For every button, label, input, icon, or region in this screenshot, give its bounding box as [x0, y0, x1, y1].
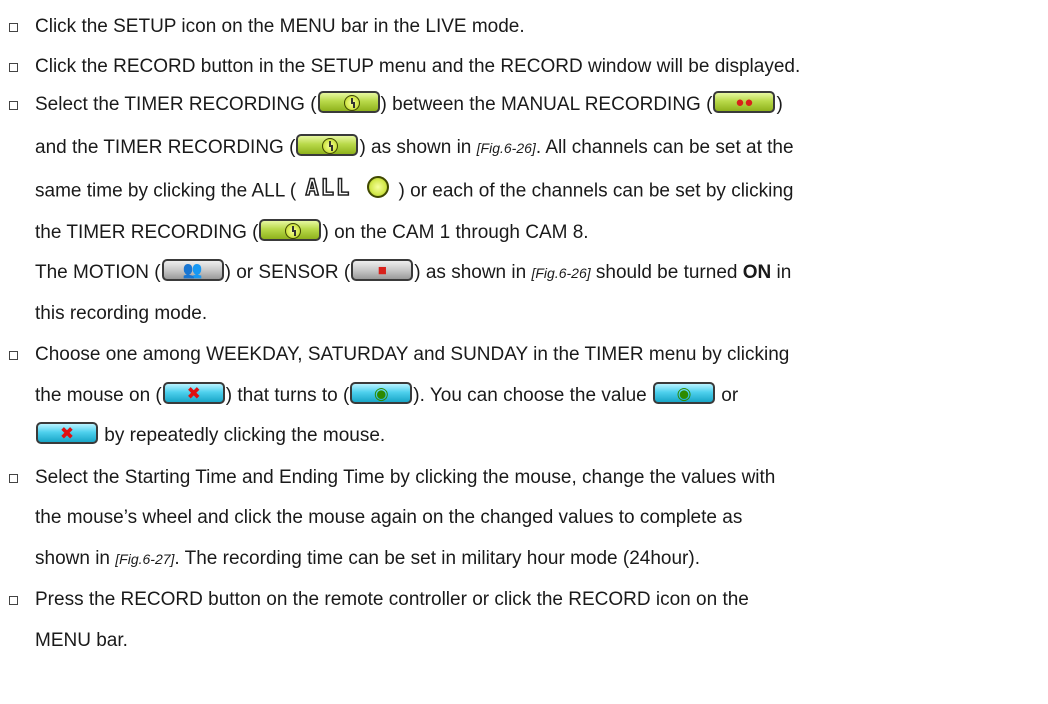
- text-run: ): [776, 94, 783, 116]
- text-run: The MOTION (: [35, 262, 161, 284]
- text-run: . All channels can be set at the: [535, 137, 794, 159]
- timer-recording-icon: [296, 134, 359, 156]
- text-line: MENU bar.: [35, 630, 128, 652]
- text-run: and the TIMER RECORDING (: [35, 137, 296, 159]
- text-line: shown in [Fig.6-27]. The recording time …: [35, 548, 700, 570]
- bullet-marker: [9, 351, 18, 360]
- text-run: ) as shown in: [414, 262, 532, 284]
- text-run: Click the SETUP icon on the MENU bar in …: [35, 16, 525, 37]
- text-run: . The recording time can be set in milit…: [174, 548, 700, 569]
- text-run: ). You can choose the value: [413, 385, 653, 407]
- bullet-marker: [9, 23, 18, 32]
- text-run: Choose one among WEEKDAY, SATURDAY and S…: [35, 344, 790, 365]
- bullet-marker: [9, 474, 18, 483]
- on-check-icon: ◉: [350, 382, 413, 404]
- text-run: ) or SENSOR (: [224, 262, 351, 284]
- bullet-marker: [9, 596, 18, 605]
- text-run: ) as shown in: [359, 137, 477, 159]
- text-run: same time by clicking the ALL (: [35, 180, 302, 202]
- timer-recording-icon: [317, 91, 380, 113]
- text-run: Press the RECORD button on the remote co…: [35, 589, 749, 610]
- text-line: the mouse’s wheel and click the mouse ag…: [35, 507, 742, 529]
- text-run: ) on the CAM 1 through CAM 8.: [322, 222, 589, 244]
- document-page: Click the SETUP icon on the MENU bar in …: [0, 0, 1048, 704]
- text-run: shown in: [35, 548, 116, 569]
- text-run: the mouse’s wheel and click the mouse ag…: [35, 507, 743, 528]
- manual-recording-icon: ●●: [713, 91, 776, 113]
- text-line: Click the RECORD button in the SETUP men…: [35, 56, 800, 78]
- text-line: ✖ by repeatedly clicking the mouse.: [35, 422, 386, 447]
- off-x-icon: ✖: [162, 382, 225, 404]
- figure-reference: [Fig.6-26]: [476, 140, 536, 157]
- timer-recording-icon: [259, 219, 322, 241]
- all-timer-icon: ALL: [305, 175, 390, 201]
- text-run: ) between the MANUAL RECORDING (: [380, 94, 713, 116]
- sensor-icon: ■: [351, 259, 414, 281]
- text-line: Select the Starting Time and Ending Time…: [35, 467, 775, 489]
- bullet-marker: [9, 63, 18, 72]
- text-line: Press the RECORD button on the remote co…: [35, 589, 749, 611]
- text-run: or: [716, 385, 739, 407]
- on-check-icon: ◉: [653, 382, 716, 404]
- motion-icon: 👥: [161, 259, 224, 281]
- text-line: the mouse on (✖) that turns to (◉). You …: [35, 382, 739, 407]
- text-line: and the TIMER RECORDING ( ) as shown in […: [35, 134, 794, 159]
- text-run: ) that turns to (: [225, 385, 350, 407]
- figure-reference: [Fig.6-26]: [531, 265, 591, 282]
- text-run: by repeatedly clicking the mouse.: [99, 425, 386, 447]
- off-x-icon: ✖: [36, 422, 98, 444]
- text-line: Choose one among WEEKDAY, SATURDAY and S…: [35, 344, 789, 366]
- figure-reference: [Fig.6-27]: [115, 551, 175, 567]
- text-run: Select the Starting Time and Ending Time…: [35, 467, 776, 488]
- text-line: The MOTION (👥) or SENSOR (■) as shown in…: [35, 259, 792, 284]
- text-run: this recording mode.: [35, 303, 208, 324]
- text-line: Select the TIMER RECORDING ( ) between th…: [35, 91, 783, 116]
- text-run: Select the TIMER RECORDING (: [35, 94, 317, 116]
- text-line: the TIMER RECORDING ( ) on the CAM 1 thro…: [35, 219, 589, 244]
- text-line: Click the SETUP icon on the MENU bar in …: [35, 16, 525, 38]
- text-run: MENU bar.: [35, 630, 128, 651]
- text-run: ) or each of the channels can be set by …: [393, 180, 794, 202]
- bold-text: ON: [742, 262, 772, 284]
- text-run: the TIMER RECORDING (: [35, 222, 259, 244]
- text-line: this recording mode.: [35, 303, 207, 325]
- text-run: Click the RECORD button in the SETUP men…: [35, 56, 801, 77]
- bullet-marker: [9, 101, 18, 110]
- text-run: in: [771, 262, 792, 284]
- text-run: the mouse on (: [35, 385, 162, 407]
- text-line: same time by clicking the ALL ( ALL ) or…: [35, 175, 794, 203]
- text-run: should be turned: [590, 262, 743, 284]
